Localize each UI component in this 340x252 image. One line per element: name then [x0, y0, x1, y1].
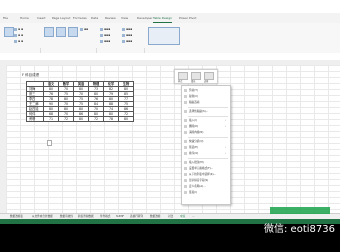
menu-item-icon — [184, 145, 187, 149]
score-cell[interactable]: 72 — [88, 116, 104, 122]
menu-item-label: 插入(I) — [189, 119, 197, 122]
menu-item-icon — [184, 151, 187, 155]
checkbox-icon — [122, 39, 125, 43]
checkbox-icon — [122, 33, 125, 37]
score-cell[interactable]: 72 — [58, 116, 74, 122]
checkbox-header-row[interactable]: ▪▪▪ — [100, 27, 110, 31]
ribbon-tab[interactable]: View — [121, 14, 128, 22]
ribbon-button[interactable]: ▪▪ — [80, 27, 88, 31]
menu-item-label: 复制(C) — [189, 95, 199, 98]
menu-item-label: 清除内容(N) — [189, 131, 204, 134]
menu-item-label: 剪切(T) — [189, 89, 198, 92]
ribbon: ▪ ▪ ▪ ▪ ▪ ▪ ▪▪ ▪▪▪ ▪▪▪ ▪▪▪ ▪▪▪ ▪▪▪ ▪▪▪ — [0, 23, 340, 72]
menu-item-icon — [184, 160, 187, 164]
refresh-icon[interactable] — [68, 27, 78, 37]
menu-item-label: 筛选(E) — [189, 146, 198, 149]
watermark-text: 微信: eoti8736 — [264, 224, 335, 235]
ribbon-tab[interactable]: Power Pivot — [179, 14, 196, 22]
ribbon-tab[interactable]: File — [3, 14, 8, 22]
ribbon-tab[interactable]: Page Layout — [52, 14, 70, 22]
menu-item-label: 插入批注(M) — [189, 161, 204, 164]
title-bar — [0, 0, 340, 13]
menu-separator — [188, 107, 228, 108]
checkbox-banded-columns[interactable]: ▪▪▪ — [122, 39, 132, 43]
selected-cell-marker — [47, 140, 52, 146]
menu-item-icon — [184, 118, 187, 122]
score-cell[interactable]: 71 — [43, 116, 59, 122]
checkbox-first-column[interactable]: ▪▪▪ — [122, 27, 132, 31]
context-menu-item[interactable]: 粘贴选项: — [184, 100, 228, 106]
ribbon-tab[interactable]: Formulas — [73, 14, 87, 22]
context-menu-item[interactable]: 选择性粘贴(S)... — [184, 109, 228, 115]
menu-item-icon — [184, 178, 187, 182]
ribbon-tab[interactable]: Table Design — [153, 14, 173, 23]
minibar-label: 样式 — [178, 80, 183, 83]
checkbox-icon — [100, 27, 103, 31]
context-menu-item[interactable]: 链接(I) — [184, 190, 228, 196]
menu-item-label: 排序(O) — [189, 152, 199, 155]
menu-separator — [188, 158, 228, 159]
menu-item-icon — [184, 124, 187, 128]
menu-item-icon — [184, 184, 187, 188]
checkbox-icon — [100, 33, 103, 37]
menu-item-label: 定义名称(A)... — [189, 185, 206, 188]
menu-separator — [188, 116, 228, 117]
ribbon-tab[interactable]: Data — [91, 14, 98, 22]
minibar-label: 填充 — [191, 80, 196, 83]
menu-item-icon — [184, 109, 187, 113]
checkbox-banded-rows[interactable]: ▪▪▪ — [100, 39, 110, 43]
menu-item-icon — [184, 94, 187, 98]
remove-duplicates-icon — [14, 33, 17, 37]
menu-item-icon — [184, 172, 187, 176]
student-name-cell[interactable]: 黄珊 — [26, 116, 44, 122]
checkbox-icon — [122, 27, 125, 31]
menu-item-icon — [184, 139, 187, 143]
checkbox-total-row[interactable]: ▪▪▪ — [100, 33, 110, 37]
table-name-icon[interactable] — [4, 27, 14, 37]
context-menu-item[interactable]: 排序(O) › — [184, 151, 228, 157]
table-row: 黄珊 71 72 80 72 78 80 — [26, 116, 134, 122]
menu-item-icon — [184, 166, 187, 170]
menu-item-label: 粘贴选项: — [189, 101, 201, 104]
submenu-arrow-icon: › — [224, 152, 226, 155]
properties-icon — [80, 27, 83, 31]
menu-item-label: 设置单元格格式(F)... — [189, 167, 214, 170]
menu-item-icon — [184, 88, 187, 92]
table-caption: F 科目成绩 — [22, 73, 40, 77]
pivot-icon — [14, 27, 17, 31]
excel-window: File Home Insert Page Layout Formulas Data Rev… — [0, 0, 340, 252]
mini-toolbar: 样式 填充 边框 — [174, 69, 218, 84]
ribbon-tab[interactable]: Home — [20, 14, 29, 22]
menu-separator — [188, 137, 228, 138]
menu-item-label: 选择性粘贴(S)... — [189, 110, 209, 113]
checkbox-icon — [100, 39, 103, 43]
ribbon-tab[interactable]: Insert — [37, 14, 46, 22]
ribbon-button[interactable]: ▪ ▪ — [14, 33, 23, 37]
ribbon-button[interactable]: ▪ ▪ — [14, 39, 23, 43]
ribbon-tab[interactable]: Review — [105, 14, 116, 22]
menu-item-icon — [184, 130, 187, 134]
watermark-logo — [270, 207, 330, 214]
table-styles-gallery[interactable] — [148, 27, 180, 45]
checkbox-last-column[interactable]: ▪▪▪ — [122, 33, 132, 37]
ribbon-tab[interactable]: Developer — [137, 14, 152, 22]
slicer-icon[interactable] — [44, 27, 54, 37]
context-menu: 剪切(T) 复制(C) 粘贴选项: 选择性粘贴(S)... 插入(I) › 删除(D) › 清除… — [181, 85, 231, 205]
minibar-label: 边框 — [204, 80, 209, 83]
score-cell[interactable]: 80 — [118, 116, 134, 122]
menu-item-label: 链接(I) — [189, 191, 197, 194]
ribbon-button[interactable]: ▪ ▪ — [14, 27, 23, 31]
score-cell[interactable]: 80 — [73, 116, 89, 122]
context-menu-item[interactable]: 清除内容(N) — [184, 130, 228, 136]
menu-item-label: 显示拼音字段(S) — [189, 179, 209, 182]
score-cell[interactable]: 78 — [103, 116, 119, 122]
menu-item-label: 从下拉列表中选择(K)... — [189, 173, 216, 176]
export-icon[interactable] — [56, 27, 66, 37]
menu-item-icon — [184, 190, 187, 194]
menu-item-label: 删除(D) — [189, 125, 199, 128]
menu-item-label: 快速分析(Q) — [189, 140, 204, 143]
convert-range-icon — [14, 39, 17, 43]
menu-item-icon — [184, 100, 187, 104]
score-table: 语文 数学 英语 物理 化学 生物 刘梅 80 70 80 73 82 80 张三 76 75 70 80 79 85… — [26, 81, 134, 122]
